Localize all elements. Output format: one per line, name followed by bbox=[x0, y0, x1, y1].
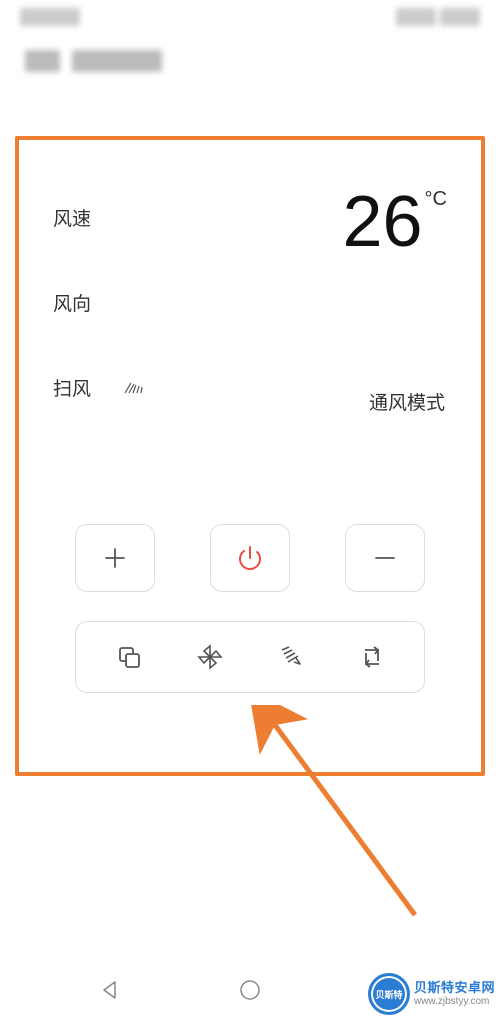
title-blur-1 bbox=[25, 50, 60, 72]
status-signal-blur bbox=[396, 8, 436, 26]
watermark-badge-text: 贝斯特 bbox=[375, 988, 402, 1001]
title-blur-2 bbox=[72, 50, 162, 72]
status-battery-blur bbox=[440, 8, 480, 26]
watermark-badge: 贝斯特 bbox=[368, 973, 410, 1015]
page-title-area bbox=[0, 35, 500, 92]
watermark-title: 贝斯特安卓网 bbox=[414, 980, 495, 996]
triangle-back-icon bbox=[99, 979, 121, 1001]
highlight-annotation-box bbox=[15, 136, 485, 776]
watermark-url: www.zjbstyy.com bbox=[414, 996, 495, 1008]
circle-home-icon bbox=[238, 978, 262, 1002]
status-time-blur bbox=[20, 8, 80, 26]
nav-home-button[interactable] bbox=[236, 976, 264, 1004]
status-bar bbox=[0, 0, 500, 35]
nav-back-button[interactable] bbox=[96, 976, 124, 1004]
watermark: 贝斯特 贝斯特安卓网 www.zjbstyy.com bbox=[368, 973, 495, 1015]
